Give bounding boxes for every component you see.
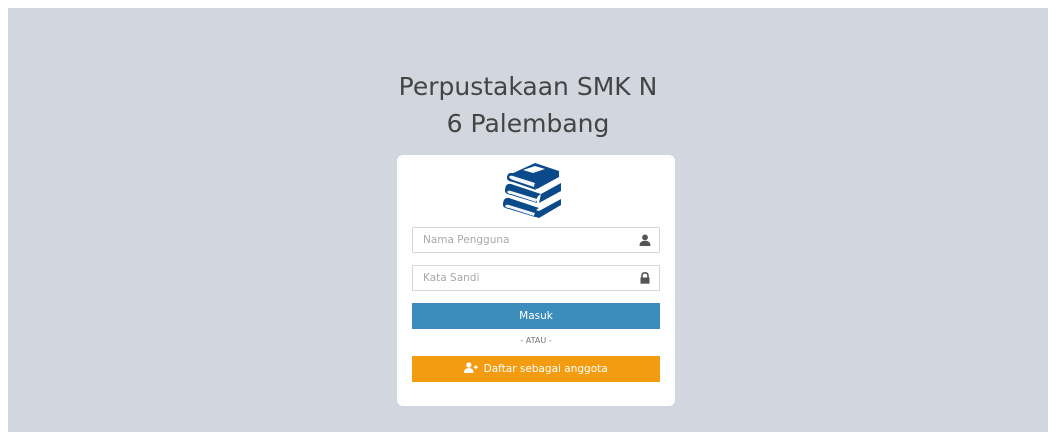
page-title-line-2: 6 Palembang xyxy=(446,109,610,138)
books-icon xyxy=(503,163,561,218)
page-title: Perpustakaan SMK N 6 Palembang xyxy=(8,68,1048,142)
login-card: Masuk - ATAU - Daftar sebagai anggota xyxy=(397,155,675,406)
login-page-background: Perpustakaan SMK N 6 Palembang Nama Peng… xyxy=(8,8,1048,432)
username-input[interactable] xyxy=(413,228,633,252)
password-input[interactable] xyxy=(413,266,633,290)
user-plus-icon xyxy=(464,362,479,373)
lock-icon xyxy=(640,272,650,284)
register-button[interactable]: Daftar sebagai anggota xyxy=(412,356,660,382)
user-icon xyxy=(639,234,651,246)
or-divider: - ATAU - xyxy=(520,336,552,345)
password-field[interactable] xyxy=(412,265,660,291)
page-title-line-1: Perpustakaan SMK N xyxy=(398,72,658,101)
register-button-label: Daftar sebagai anggota xyxy=(483,363,608,375)
username-field[interactable] xyxy=(412,227,660,253)
login-button[interactable]: Masuk xyxy=(412,303,660,329)
login-button-label: Masuk xyxy=(519,310,553,322)
